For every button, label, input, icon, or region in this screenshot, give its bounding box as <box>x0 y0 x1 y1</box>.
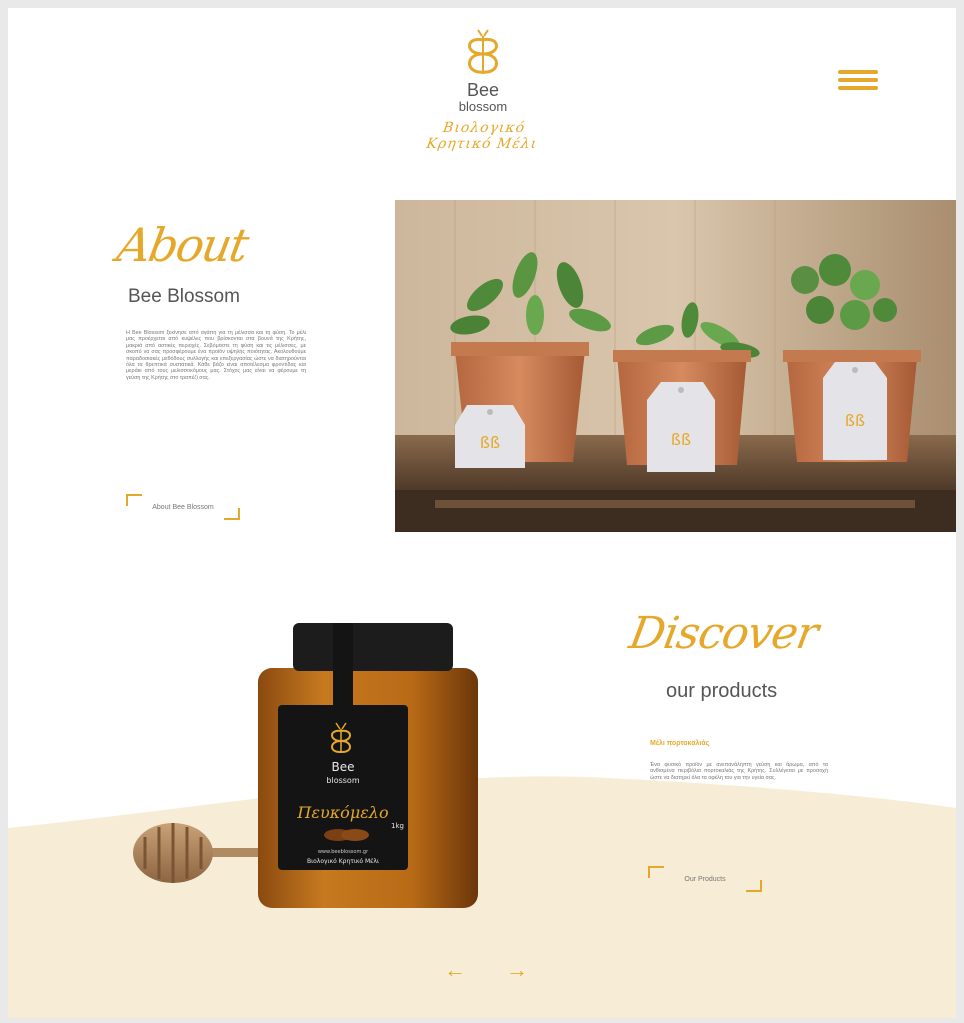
logo-word-blossom: blossom <box>458 99 508 114</box>
about-button-label: About Bee Blossom <box>152 503 214 511</box>
menu-bar-bottom <box>838 86 878 90</box>
jar-brand-word2: blossom <box>326 776 359 785</box>
logo-word-bee: Bee <box>466 80 500 100</box>
jar-website: www.beeblossom.gr <box>318 849 369 855</box>
discover-title: our products <box>666 680 778 702</box>
jar-weight: 1kg <box>391 822 404 830</box>
logo-tagline: Βιολογικό Κρητικό Μέλι <box>425 120 539 152</box>
jar-origin: Βιολογικό Κρητικό Μέλι <box>307 858 379 865</box>
product-subheading: Μέλι πορτοκαλιάς <box>650 740 710 747</box>
arrow-right-icon[interactable]: → <box>502 958 532 982</box>
svg-text:ßß: ßß <box>845 411 865 430</box>
brand-logo[interactable]: Bee blossom Βιολογικό Κρητικό Μέλι <box>408 26 558 176</box>
menu-bar-top <box>838 70 878 74</box>
hamburger-menu-icon[interactable] <box>836 66 880 96</box>
about-title: Bee Blossom <box>128 286 240 307</box>
product-description: Ένα φυσικό προϊόν με ανεπανάληπτη γεύση … <box>650 762 828 781</box>
honey-jar-image: Bee blossom Πευκόμελο 1kg www.beeblossom… <box>133 623 478 908</box>
discover-script-heading: Discover <box>625 608 822 659</box>
page: Bee blossom Βιολογικό Κρητικό Μέλι About… <box>8 8 956 1018</box>
jar-product-name: Πευκόμελο <box>296 803 388 822</box>
about-script-heading: About <box>113 218 252 272</box>
menu-bar-middle <box>838 78 878 82</box>
products-button-label: Our Products <box>684 875 726 883</box>
about-paragraph: Η Bee Blossom ξεκίνησε από αγάπη για τη … <box>126 330 306 381</box>
our-products-button[interactable]: Our Products <box>648 866 762 892</box>
svg-text:ßß: ßß <box>671 430 691 449</box>
jar-brand-word1: Bee <box>332 760 355 774</box>
svg-text:ßß: ßß <box>480 433 500 452</box>
potted-plants-photo: ßß ßß ßß <box>395 200 956 532</box>
about-bee-blossom-button[interactable]: About Bee Blossom <box>126 494 240 520</box>
bee-logo-icon <box>468 29 498 74</box>
arrow-left-icon[interactable]: ← <box>440 958 470 982</box>
